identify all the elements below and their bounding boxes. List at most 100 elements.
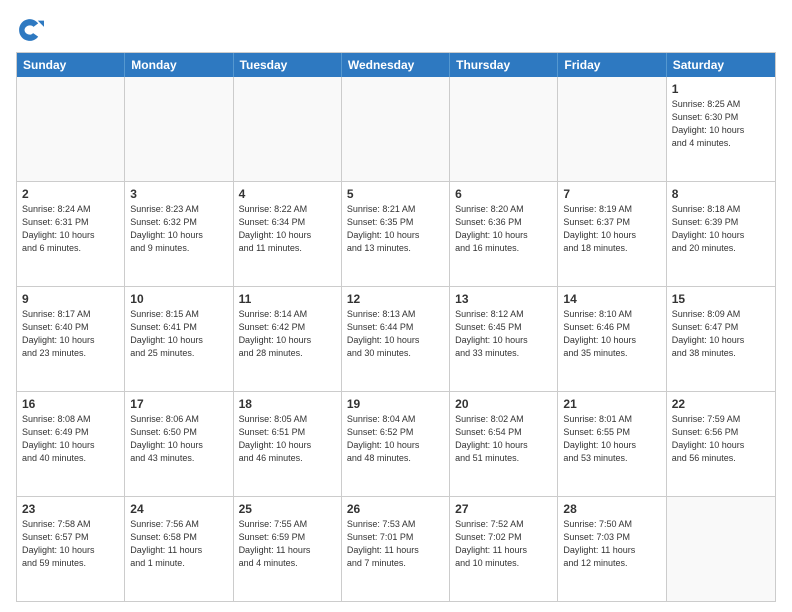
calendar-cell-4-6 [667, 497, 775, 601]
calendar-cell-3-5: 21 Sunrise: 8:01 AM Sunset: 6:55 PM Dayli… [558, 392, 666, 496]
day-info: Sunrise: 8:10 AM Sunset: 6:46 PM Dayligh… [563, 309, 636, 357]
day-info: Sunrise: 8:06 AM Sunset: 6:50 PM Dayligh… [130, 414, 203, 462]
day-info: Sunrise: 7:50 AM Sunset: 7:03 PM Dayligh… [563, 519, 635, 567]
day-info: Sunrise: 8:08 AM Sunset: 6:49 PM Dayligh… [22, 414, 95, 462]
day-info: Sunrise: 8:17 AM Sunset: 6:40 PM Dayligh… [22, 309, 95, 357]
day-info: Sunrise: 8:14 AM Sunset: 6:42 PM Dayligh… [239, 309, 312, 357]
calendar-cell-3-1: 17 Sunrise: 8:06 AM Sunset: 6:50 PM Dayli… [125, 392, 233, 496]
calendar-cell-1-0: 2Sunrise: 8:24 AM Sunset: 6:31 PM Daylig… [17, 182, 125, 286]
calendar-cell-0-2 [234, 77, 342, 181]
day-number: 23 [22, 501, 119, 517]
calendar-header: SundayMondayTuesdayWednesdayThursdayFrid… [17, 53, 775, 77]
calendar-cell-0-1 [125, 77, 233, 181]
day-info: Sunrise: 8:15 AM Sunset: 6:41 PM Dayligh… [130, 309, 203, 357]
calendar-cell-3-3: 19Sunrise: 8:04 AM Sunset: 6:52 PM Dayli… [342, 392, 450, 496]
day-info: Sunrise: 8:19 AM Sunset: 6:37 PM Dayligh… [563, 204, 636, 252]
calendar-cell-0-0 [17, 77, 125, 181]
day-number: 27 [455, 501, 552, 517]
day-number: 4 [239, 186, 336, 202]
day-number: 22 [672, 396, 770, 412]
day-info: Sunrise: 8:01 AM Sunset: 6:55 PM Dayligh… [563, 414, 636, 462]
calendar-cell-2-5: 14 Sunrise: 8:10 AM Sunset: 6:46 PM Dayli… [558, 287, 666, 391]
header-day-monday: Monday [125, 53, 233, 77]
header-day-tuesday: Tuesday [234, 53, 342, 77]
calendar-cell-0-4 [450, 77, 558, 181]
day-number: 15 [672, 291, 770, 307]
calendar-cell-2-4: 13 Sunrise: 8:12 AM Sunset: 6:45 PM Dayli… [450, 287, 558, 391]
day-info: Sunrise: 7:58 AM Sunset: 6:57 PM Dayligh… [22, 519, 95, 567]
day-number: 11 [239, 291, 336, 307]
day-number: 28 [563, 501, 660, 517]
day-number: 21 [563, 396, 660, 412]
calendar-cell-3-2: 18 Sunrise: 8:05 AM Sunset: 6:51 PM Dayli… [234, 392, 342, 496]
day-info: Sunrise: 7:52 AM Sunset: 7:02 PM Dayligh… [455, 519, 527, 567]
calendar-cell-1-2: 4 Sunrise: 8:22 AM Sunset: 6:34 PM Daylig… [234, 182, 342, 286]
calendar-body: 1 Sunrise: 8:25 AM Sunset: 6:30 PM Daylig… [17, 77, 775, 601]
calendar-cell-4-4: 27 Sunrise: 7:52 AM Sunset: 7:02 PM Dayli… [450, 497, 558, 601]
header-day-thursday: Thursday [450, 53, 558, 77]
day-number: 3 [130, 186, 227, 202]
day-number: 13 [455, 291, 552, 307]
day-info: Sunrise: 8:21 AM Sunset: 6:35 PM Dayligh… [347, 204, 420, 252]
calendar-cell-2-1: 10 Sunrise: 8:15 AM Sunset: 6:41 PM Dayli… [125, 287, 233, 391]
day-info: Sunrise: 8:09 AM Sunset: 6:47 PM Dayligh… [672, 309, 745, 357]
calendar-cell-1-3: 5 Sunrise: 8:21 AM Sunset: 6:35 PM Daylig… [342, 182, 450, 286]
day-info: Sunrise: 8:25 AM Sunset: 6:30 PM Dayligh… [672, 99, 745, 147]
day-info: Sunrise: 8:22 AM Sunset: 6:34 PM Dayligh… [239, 204, 312, 252]
calendar-cell-2-0: 9 Sunrise: 8:17 AM Sunset: 6:40 PM Daylig… [17, 287, 125, 391]
day-number: 26 [347, 501, 444, 517]
calendar-week-2: 9 Sunrise: 8:17 AM Sunset: 6:40 PM Daylig… [17, 286, 775, 391]
calendar-cell-2-2: 11 Sunrise: 8:14 AM Sunset: 6:42 PM Dayli… [234, 287, 342, 391]
day-number: 10 [130, 291, 227, 307]
calendar: SundayMondayTuesdayWednesdayThursdayFrid… [16, 52, 776, 602]
logo-icon [16, 16, 44, 44]
header-day-friday: Friday [558, 53, 666, 77]
calendar-cell-0-5 [558, 77, 666, 181]
calendar-cell-1-5: 7Sunrise: 8:19 AM Sunset: 6:37 PM Daylig… [558, 182, 666, 286]
day-number: 5 [347, 186, 444, 202]
day-number: 24 [130, 501, 227, 517]
calendar-cell-3-0: 16 Sunrise: 8:08 AM Sunset: 6:49 PM Dayli… [17, 392, 125, 496]
day-info: Sunrise: 8:12 AM Sunset: 6:45 PM Dayligh… [455, 309, 528, 357]
header-day-wednesday: Wednesday [342, 53, 450, 77]
calendar-cell-0-6: 1 Sunrise: 8:25 AM Sunset: 6:30 PM Daylig… [667, 77, 775, 181]
day-info: Sunrise: 7:53 AM Sunset: 7:01 PM Dayligh… [347, 519, 419, 567]
logo [16, 16, 48, 44]
calendar-cell-1-1: 3 Sunrise: 8:23 AM Sunset: 6:32 PM Daylig… [125, 182, 233, 286]
day-info: Sunrise: 8:18 AM Sunset: 6:39 PM Dayligh… [672, 204, 745, 252]
header [16, 16, 776, 44]
calendar-cell-3-6: 22Sunrise: 7:59 AM Sunset: 6:56 PM Dayli… [667, 392, 775, 496]
calendar-cell-4-0: 23 Sunrise: 7:58 AM Sunset: 6:57 PM Dayli… [17, 497, 125, 601]
header-day-saturday: Saturday [667, 53, 775, 77]
day-number: 19 [347, 396, 444, 412]
day-info: Sunrise: 8:02 AM Sunset: 6:54 PM Dayligh… [455, 414, 528, 462]
day-number: 9 [22, 291, 119, 307]
day-number: 14 [563, 291, 660, 307]
calendar-cell-1-4: 6Sunrise: 8:20 AM Sunset: 6:36 PM Daylig… [450, 182, 558, 286]
day-number: 8 [672, 186, 770, 202]
calendar-cell-4-1: 24Sunrise: 7:56 AM Sunset: 6:58 PM Dayli… [125, 497, 233, 601]
day-info: Sunrise: 8:13 AM Sunset: 6:44 PM Dayligh… [347, 309, 420, 357]
day-number: 18 [239, 396, 336, 412]
day-number: 2 [22, 186, 119, 202]
day-info: Sunrise: 7:55 AM Sunset: 6:59 PM Dayligh… [239, 519, 311, 567]
calendar-week-4: 23 Sunrise: 7:58 AM Sunset: 6:57 PM Dayli… [17, 496, 775, 601]
day-info: Sunrise: 8:23 AM Sunset: 6:32 PM Dayligh… [130, 204, 203, 252]
day-number: 17 [130, 396, 227, 412]
calendar-week-1: 2Sunrise: 8:24 AM Sunset: 6:31 PM Daylig… [17, 181, 775, 286]
calendar-cell-4-5: 28 Sunrise: 7:50 AM Sunset: 7:03 PM Dayli… [558, 497, 666, 601]
day-number: 16 [22, 396, 119, 412]
header-day-sunday: Sunday [17, 53, 125, 77]
calendar-cell-3-4: 20 Sunrise: 8:02 AM Sunset: 6:54 PM Dayli… [450, 392, 558, 496]
calendar-cell-4-3: 26 Sunrise: 7:53 AM Sunset: 7:01 PM Dayli… [342, 497, 450, 601]
calendar-week-0: 1 Sunrise: 8:25 AM Sunset: 6:30 PM Daylig… [17, 77, 775, 181]
day-number: 25 [239, 501, 336, 517]
day-info: Sunrise: 8:05 AM Sunset: 6:51 PM Dayligh… [239, 414, 312, 462]
day-number: 20 [455, 396, 552, 412]
calendar-cell-0-3 [342, 77, 450, 181]
day-number: 1 [672, 81, 770, 97]
day-info: Sunrise: 8:20 AM Sunset: 6:36 PM Dayligh… [455, 204, 528, 252]
calendar-cell-4-2: 25 Sunrise: 7:55 AM Sunset: 6:59 PM Dayli… [234, 497, 342, 601]
calendar-cell-2-6: 15 Sunrise: 8:09 AM Sunset: 6:47 PM Dayli… [667, 287, 775, 391]
page: SundayMondayTuesdayWednesdayThursdayFrid… [0, 0, 792, 612]
